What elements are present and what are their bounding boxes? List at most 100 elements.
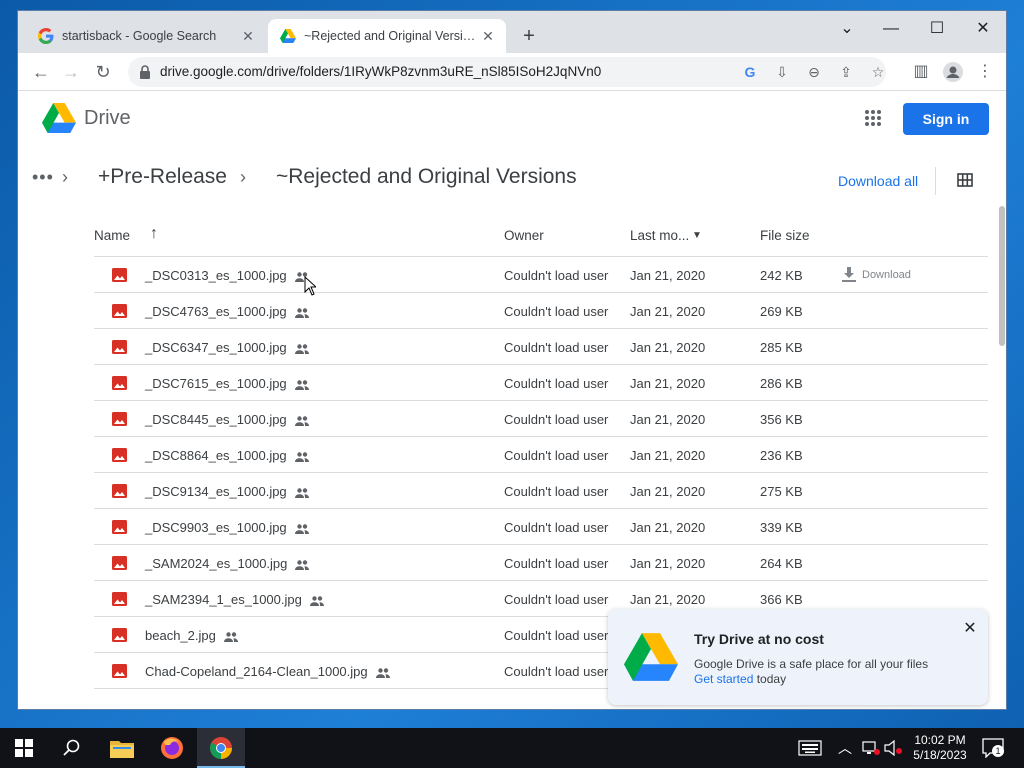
install-app-icon[interactable]: ⇩ <box>772 62 792 82</box>
download-button[interactable]: Download <box>842 267 911 283</box>
file-size: 269 KB <box>760 304 803 319</box>
shared-people-icon <box>309 595 324 606</box>
menu-kebab-icon[interactable]: ⋮ <box>972 59 998 85</box>
clock-date: 5/18/2023 <box>913 748 967 762</box>
file-size: 236 KB <box>760 448 803 463</box>
breadcrumb-current-folder[interactable]: ~Rejected and Original Versions <box>276 165 577 189</box>
image-file-icon <box>112 304 127 318</box>
file-owner: Couldn't load user <box>504 592 609 607</box>
download-all-button[interactable]: Download all <box>838 173 918 189</box>
shared-people-icon <box>294 343 309 354</box>
file-name: Chad-Copeland_2164-Clean_1000.jpg <box>145 664 390 679</box>
download-icon <box>842 267 856 282</box>
share-icon[interactable]: ⇪ <box>836 62 856 82</box>
address-bar[interactable]: drive.google.com/drive/folders/1IRyWkP8z… <box>128 57 886 87</box>
breadcrumb-more-icon[interactable]: ••• <box>32 167 54 188</box>
sort-dropdown-icon[interactable]: ▼ <box>692 230 702 241</box>
notification-center-icon[interactable]: 1 <box>978 736 1008 760</box>
tab-title: startisback - Google Search <box>62 29 217 43</box>
scrollbar-thumb[interactable] <box>999 206 1005 346</box>
lock-icon <box>140 65 150 79</box>
table-row[interactable]: _DSC7615_es_1000.jpg Couldn't load user … <box>94 365 988 401</box>
column-owner[interactable]: Owner <box>504 228 544 243</box>
column-name[interactable]: Name <box>94 228 130 243</box>
google-lens-icon[interactable]: G <box>740 62 760 82</box>
table-row[interactable]: _DSC0313_es_1000.jpg Couldn't load user … <box>94 257 988 293</box>
tab-google-search[interactable]: startisback - Google Search ✕ <box>26 19 266 53</box>
sign-in-button[interactable]: Sign in <box>903 103 989 135</box>
start-button[interactable] <box>0 728 48 768</box>
file-size: 286 KB <box>760 376 803 391</box>
sort-arrow-up-icon[interactable]: ↑ <box>150 225 158 243</box>
breadcrumb-pre-release[interactable]: +Pre-Release <box>98 165 227 189</box>
network-icon[interactable] <box>862 741 880 755</box>
file-name: _DSC8864_es_1000.jpg <box>145 448 309 463</box>
file-owner: Couldn't load user <box>504 484 609 499</box>
grid-view-icon[interactable] <box>957 173 973 187</box>
column-last-modified[interactable]: Last mo... <box>630 228 689 243</box>
table-row[interactable]: _SAM2024_es_1000.jpg Couldn't load user … <box>94 545 988 581</box>
breadcrumb: ••• › +Pre-Release › ~Rejected and Origi… <box>18 163 1006 199</box>
bookmark-star-icon[interactable]: ☆ <box>868 62 888 82</box>
url-text: drive.google.com/drive/folders/1IRyWkP8z… <box>160 64 602 79</box>
file-owner: Couldn't load user <box>504 664 609 679</box>
column-file-size[interactable]: File size <box>760 228 810 243</box>
tab-drive-folder[interactable]: ~Rejected and Original Versions ✕ <box>268 19 506 53</box>
file-owner: Couldn't load user <box>504 340 609 355</box>
promo-cta-suffix: today <box>753 672 787 686</box>
tab-search-icon[interactable]: ⌄ <box>824 15 870 43</box>
search-icon[interactable] <box>48 728 96 768</box>
get-started-link[interactable]: Get started <box>694 672 753 686</box>
image-file-icon <box>112 268 127 282</box>
scrollbar[interactable] <box>998 206 1006 709</box>
new-tab-icon[interactable]: + <box>518 25 540 47</box>
table-row[interactable]: _DSC8864_es_1000.jpg Couldn't load user … <box>94 437 988 473</box>
drive-logo-icon <box>42 103 76 133</box>
file-modified: Jan 21, 2020 <box>630 340 706 355</box>
file-owner: Couldn't load user <box>504 520 609 535</box>
firefox-icon[interactable] <box>148 728 196 768</box>
google-apps-icon[interactable] <box>864 109 882 127</box>
table-row[interactable]: _DSC9134_es_1000.jpg Couldn't load user … <box>94 473 988 509</box>
back-icon[interactable]: ← <box>28 59 54 85</box>
table-header: Name ↑ Owner Last mo... ▼ File size <box>94 217 988 257</box>
file-modified: Jan 21, 2020 <box>630 556 706 571</box>
shared-people-icon <box>294 487 309 498</box>
reload-icon[interactable]: ↻ <box>90 59 116 85</box>
shared-people-icon <box>294 415 309 426</box>
file-owner: Couldn't load user <box>504 412 609 427</box>
mouse-cursor-icon <box>304 276 316 296</box>
keyboard-icon[interactable] <box>798 740 822 756</box>
table-row[interactable]: _DSC8445_es_1000.jpg Couldn't load user … <box>94 401 988 437</box>
tab-title: ~Rejected and Original Versions <box>304 29 480 43</box>
divider <box>935 167 936 195</box>
chevron-right-icon: › <box>240 167 246 187</box>
tab-close-icon[interactable]: ✕ <box>240 28 256 44</box>
table-row[interactable]: _DSC6347_es_1000.jpg Couldn't load user … <box>94 329 988 365</box>
table-row[interactable]: _DSC9903_es_1000.jpg Couldn't load user … <box>94 509 988 545</box>
minimize-icon[interactable]: — <box>868 15 914 43</box>
chevron-up-icon[interactable]: ︿ <box>838 728 852 768</box>
file-owner: Couldn't load user <box>504 448 609 463</box>
file-size: 285 KB <box>760 340 803 355</box>
system-clock[interactable]: 10:02 PM 5/18/2023 <box>900 733 980 763</box>
forward-icon[interactable]: → <box>58 59 84 85</box>
chevron-right-icon: › <box>62 167 68 187</box>
image-file-icon <box>112 448 127 462</box>
table-row[interactable]: _DSC4763_es_1000.jpg Couldn't load user … <box>94 293 988 329</box>
profile-icon[interactable] <box>940 59 966 85</box>
chrome-icon[interactable] <box>197 728 245 768</box>
close-icon[interactable]: ✕ <box>962 621 978 637</box>
close-window-icon[interactable]: ✕ <box>960 15 1006 43</box>
tab-close-icon[interactable]: ✕ <box>480 28 496 44</box>
file-name: _DSC8445_es_1000.jpg <box>145 412 309 427</box>
maximize-icon[interactable]: ☐ <box>914 15 960 43</box>
file-name: _DSC6347_es_1000.jpg <box>145 340 309 355</box>
zoom-icon[interactable]: ⊖ <box>804 62 824 82</box>
side-panel-icon[interactable]: ▥ <box>908 59 934 85</box>
promo-cta-line: Get started today <box>694 672 786 686</box>
file-explorer-icon[interactable] <box>98 728 146 768</box>
file-name: _DSC9903_es_1000.jpg <box>145 520 309 535</box>
shared-people-icon <box>375 667 390 678</box>
image-file-icon <box>112 376 127 390</box>
